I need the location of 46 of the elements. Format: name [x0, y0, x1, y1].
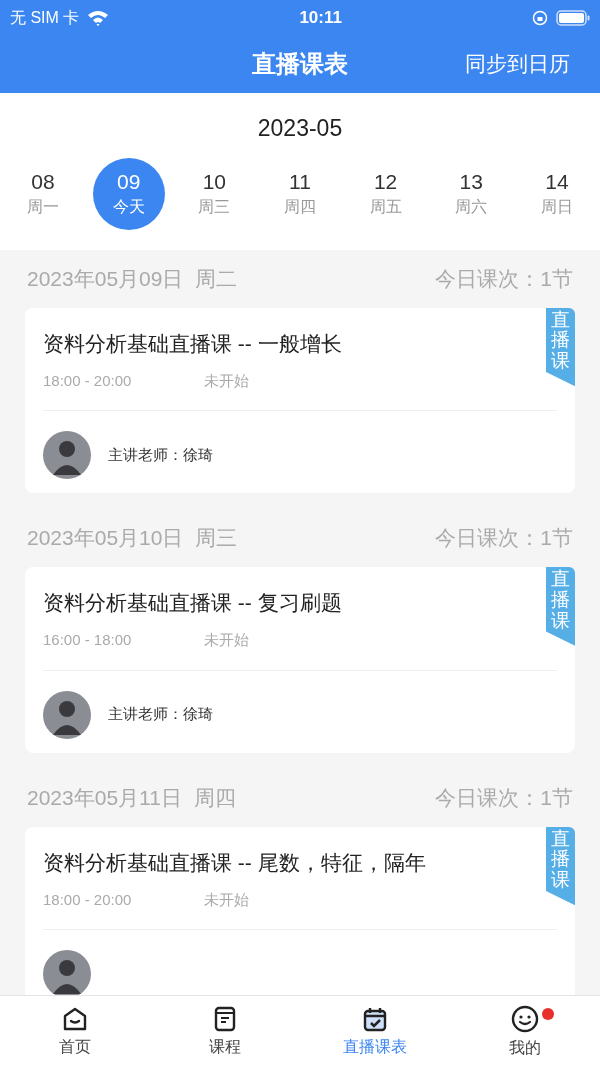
day-item[interactable]: 11 周四: [263, 157, 336, 230]
lesson-time: 18:00 - 20:00: [43, 370, 133, 391]
smiley-icon: [510, 1003, 540, 1034]
tab-item[interactable]: 首页: [0, 996, 150, 1067]
day-item[interactable]: 13 周六: [435, 157, 508, 230]
section-date: 2023年05月10日 周三: [27, 525, 238, 552]
lesson-status: 未开始: [204, 630, 249, 650]
day-item[interactable]: 14 周日: [520, 157, 593, 230]
lesson-title: 资料分析基础直播课 -- 一般增长: [43, 330, 343, 357]
tab-item[interactable]: 我的: [450, 996, 600, 1067]
live-ribbon: 直播课: [546, 307, 575, 387]
lesson-count: 今日课次：1节: [435, 784, 573, 811]
section-date: 2023年05月11日 周四: [27, 784, 236, 811]
page-title: 直播课表: [252, 49, 348, 79]
day-item[interactable]: 08 周一: [7, 157, 79, 230]
lesson-time: 16:00 - 18:00: [43, 630, 133, 650]
lesson-status: 未开始: [204, 370, 249, 391]
lesson-status: 未开始: [204, 889, 249, 910]
clock: 10:11: [299, 6, 342, 29]
day-item[interactable]: 12 周五: [349, 157, 422, 230]
lesson-title: 资料分析基础直播课 -- 尾数，特征，隔年: [43, 849, 427, 876]
carrier-label: 无 SIM 卡: [10, 7, 80, 28]
lesson-card[interactable]: 直播课 资料分析基础直播课 -- 一般增长 18:00 - 20:00 未开始 主讲老师：徐琦: [25, 307, 575, 493]
avatar: [43, 431, 91, 479]
wifi-icon: [87, 9, 110, 26]
teacher-name: 主讲老师：徐琦: [108, 704, 213, 725]
lesson-card[interactable]: 直播课 资料分析基础直播课 -- 复习刷题 16:00 - 18:00 未开始 主讲老师：徐琦: [25, 567, 575, 753]
sync-calendar-button[interactable]: 同步到日历: [465, 48, 570, 80]
avatar: [43, 950, 91, 995]
lesson-count: 今日课次：1节: [435, 265, 573, 292]
live-ribbon: 直播课: [546, 826, 575, 906]
tab-item[interactable]: 直播课表: [300, 996, 450, 1067]
day-item[interactable]: 09 今天: [92, 157, 165, 230]
lesson-count: 今日课次：1节: [435, 525, 573, 552]
tab-item[interactable]: 课程: [150, 996, 300, 1067]
month-label: 2023-05: [256, 114, 344, 143]
live-ribbon: 直播课: [546, 567, 575, 646]
lesson-card[interactable]: 直播课 资料分析基础直播课 -- 尾数，特征，隔年 18:00 - 20:00 未开始: [25, 826, 575, 995]
rotation-lock-icon: [532, 9, 548, 26]
avatar: [43, 690, 91, 739]
teacher-name: 主讲老师：徐琦: [108, 444, 213, 465]
battery-icon: [556, 9, 590, 26]
day-item[interactable]: 10 周三: [178, 157, 251, 230]
lesson-title: 资料分析基础直播课 -- 复习刷题: [43, 590, 343, 616]
lesson-time: 18:00 - 20:00: [43, 889, 133, 910]
section-date: 2023年05月09日 周二: [27, 265, 238, 292]
